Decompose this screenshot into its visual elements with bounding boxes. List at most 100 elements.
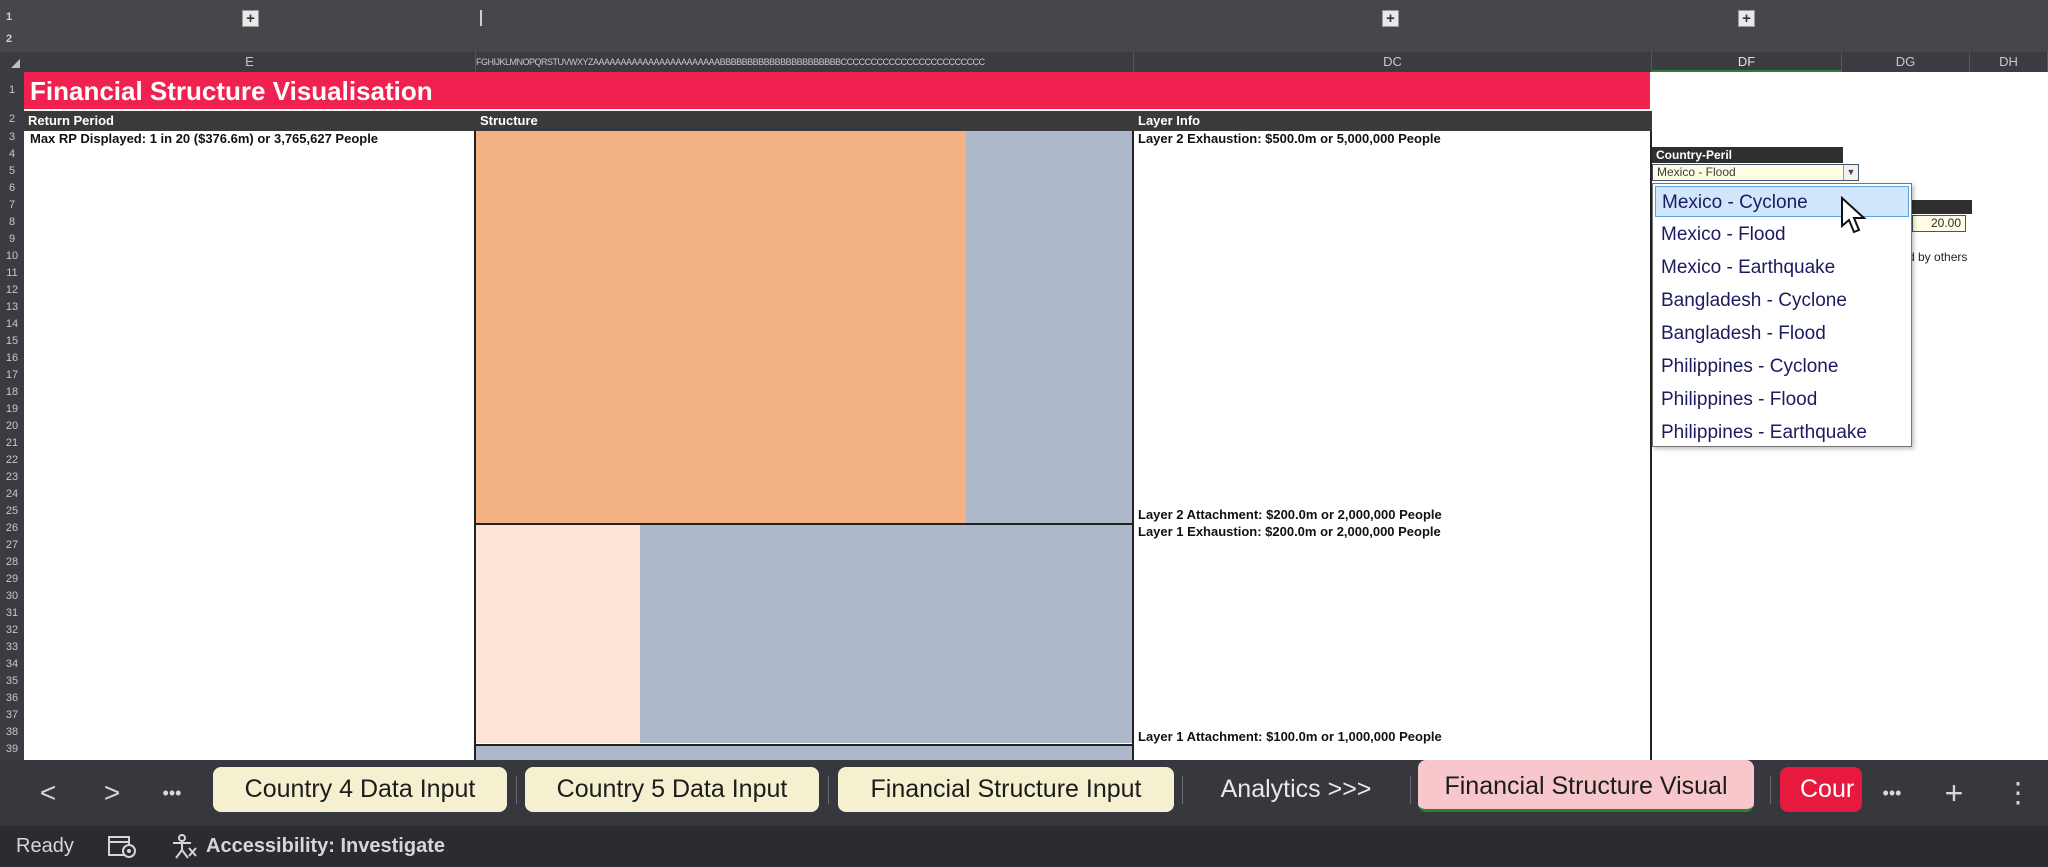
tab-country-truncated[interactable]: Cour xyxy=(1780,767,1862,812)
more-sheets-button[interactable]: ••• xyxy=(152,760,192,826)
layer2-uncovered-block xyxy=(966,131,1132,523)
sheet-options-button[interactable]: ⋮ xyxy=(1998,760,2038,826)
row-header[interactable]: 9 xyxy=(0,233,24,245)
structure-left-border xyxy=(474,131,476,760)
tab-country-4-data-input[interactable]: Country 4 Data Input xyxy=(213,767,507,812)
dropdown-option[interactable]: Philippines - Flood xyxy=(1655,384,1909,415)
dropdown-option[interactable]: Mexico - Earthquake xyxy=(1655,252,1909,283)
column-header-dh[interactable]: DH xyxy=(1970,52,2048,72)
row-header[interactable]: 11 xyxy=(0,267,24,279)
row-header[interactable]: 19 xyxy=(0,403,24,415)
chevron-down-icon[interactable]: ▼ xyxy=(1843,165,1858,180)
layer1-covered-block xyxy=(476,525,640,743)
macro-recording-icon[interactable] xyxy=(108,835,136,859)
row-headers: 1 2 3 4 5 6 7 8 9 10 11 12 13 14 15 16 17 18 19 20 21 22 23 24 2… xyxy=(0,72,24,760)
row-header[interactable]: 12 xyxy=(0,284,24,296)
row-header[interactable]: 5 xyxy=(0,165,24,177)
row-header[interactable]: 30 xyxy=(0,590,24,602)
structure-right-border xyxy=(1132,131,1134,760)
row-header[interactable]: 10 xyxy=(0,250,24,262)
outline-level-2-button[interactable]: 2 xyxy=(2,32,16,46)
tab-separator xyxy=(1410,776,1411,804)
row-header[interactable]: 28 xyxy=(0,556,24,568)
column-header-df[interactable]: DF xyxy=(1652,52,1842,72)
row-header[interactable]: 14 xyxy=(0,318,24,330)
row-header[interactable]: 6 xyxy=(0,182,24,194)
dropdown-option[interactable]: Philippines - Earthquake xyxy=(1655,417,1909,448)
column-header-e[interactable]: E xyxy=(24,52,476,72)
input-header xyxy=(1912,200,1972,214)
row-header[interactable]: 4 xyxy=(0,148,24,160)
tab-financial-structure-input[interactable]: Financial Structure Input xyxy=(838,767,1174,812)
row-header[interactable]: 36 xyxy=(0,692,24,704)
previous-sheet-button[interactable]: < xyxy=(28,760,68,826)
row-header[interactable]: 39 xyxy=(0,743,24,755)
tab-separator xyxy=(828,776,829,804)
next-sheet-button[interactable]: > xyxy=(92,760,132,826)
row-header[interactable]: 37 xyxy=(0,709,24,721)
structure-header: Structure xyxy=(476,111,1134,131)
row-header[interactable]: 18 xyxy=(0,386,24,398)
column-header-compressed[interactable]: FGHIJKLMNOPQRSTUVWXYZAAAAAAAAAAAAAAAAAAA… xyxy=(476,52,1134,72)
tab-analytics[interactable]: Analytics >>> xyxy=(1190,767,1402,812)
row-header[interactable]: 15 xyxy=(0,335,24,347)
row-header[interactable]: 31 xyxy=(0,607,24,619)
row-header[interactable]: 2 xyxy=(0,113,24,125)
row-header[interactable]: 35 xyxy=(0,675,24,687)
layer1-uncovered-block xyxy=(640,525,1132,743)
row-header[interactable]: 24 xyxy=(0,488,24,500)
status-bar: Ready Accessibility: Investigate xyxy=(0,826,2048,867)
row-header[interactable]: 32 xyxy=(0,624,24,636)
row-header[interactable]: 1 xyxy=(0,84,24,96)
layer2-attachment-text: Layer 2 Attachment: $200.0m or 2,000,000… xyxy=(1138,507,1442,522)
row-header[interactable]: 17 xyxy=(0,369,24,381)
row-header[interactable]: 29 xyxy=(0,573,24,585)
row-header[interactable]: 25 xyxy=(0,505,24,517)
covered-by-others-text: d by others xyxy=(1908,250,1968,264)
row-header[interactable]: 38 xyxy=(0,726,24,738)
row-header[interactable]: 3 xyxy=(0,131,24,143)
select-all-button[interactable] xyxy=(0,52,24,72)
country-peril-dropdown-list[interactable]: Mexico - Cyclone Mexico - Flood Mexico -… xyxy=(1652,183,1912,447)
dropdown-option[interactable]: Bangladesh - Cyclone xyxy=(1655,285,1909,316)
row-header[interactable]: 27 xyxy=(0,539,24,551)
row-header[interactable]: 22 xyxy=(0,454,24,466)
row-header[interactable]: 21 xyxy=(0,437,24,449)
dropdown-option[interactable]: Mexico - Cyclone xyxy=(1655,186,1909,217)
layer0-block xyxy=(476,746,1132,760)
row-header[interactable]: 16 xyxy=(0,352,24,364)
accessibility-status[interactable]: Accessibility: Investigate xyxy=(206,826,445,867)
outline-level-1-button[interactable]: 1 xyxy=(2,10,16,24)
dropdown-option[interactable]: Philippines - Cyclone xyxy=(1655,351,1909,382)
expand-group-button[interactable]: + xyxy=(1382,10,1399,27)
layer-divider xyxy=(476,744,1132,746)
max-return-period-text: Max RP Displayed: 1 in 20 ($376.6m) or 3… xyxy=(30,131,379,146)
outline-marker xyxy=(480,10,482,26)
row-header[interactable]: 34 xyxy=(0,658,24,670)
country-peril-select[interactable]: Mexico - Flood ▼ xyxy=(1652,164,1859,181)
row-header[interactable]: 33 xyxy=(0,641,24,653)
row-header[interactable]: 8 xyxy=(0,216,24,228)
row-header[interactable]: 20 xyxy=(0,420,24,432)
column-header-dc[interactable]: DC xyxy=(1134,52,1652,72)
more-tabs-button[interactable]: ••• xyxy=(1872,760,1912,826)
accessibility-icon[interactable] xyxy=(170,834,198,860)
row-header[interactable]: 26 xyxy=(0,522,24,534)
tab-financial-structure-visual[interactable]: Financial Structure Visual xyxy=(1418,760,1754,812)
dropdown-option[interactable]: Mexico - Flood xyxy=(1655,219,1909,250)
row-header[interactable]: 23 xyxy=(0,471,24,483)
layer1-attachment-text: Layer 1 Attachment: $100.0m or 1,000,000… xyxy=(1138,729,1442,744)
add-sheet-button[interactable]: + xyxy=(1934,760,1974,826)
country-peril-value: Mexico - Flood xyxy=(1657,165,1736,179)
expand-group-button[interactable]: + xyxy=(242,10,259,27)
tab-country-5-data-input[interactable]: Country 5 Data Input xyxy=(525,767,819,812)
value-cell[interactable]: 20.00 xyxy=(1912,215,1966,232)
column-header-dg[interactable]: DG xyxy=(1842,52,1970,72)
tab-separator xyxy=(1182,776,1183,804)
dropdown-option[interactable]: Bangladesh - Flood xyxy=(1655,318,1909,349)
expand-group-button[interactable]: + xyxy=(1738,10,1755,27)
row-header[interactable]: 7 xyxy=(0,199,24,211)
row-header[interactable]: 13 xyxy=(0,301,24,313)
layer2-exhaustion-text: Layer 2 Exhaustion: $500.0m or 5,000,000… xyxy=(1138,131,1441,146)
layer-info-header: Layer Info xyxy=(1134,111,1652,131)
